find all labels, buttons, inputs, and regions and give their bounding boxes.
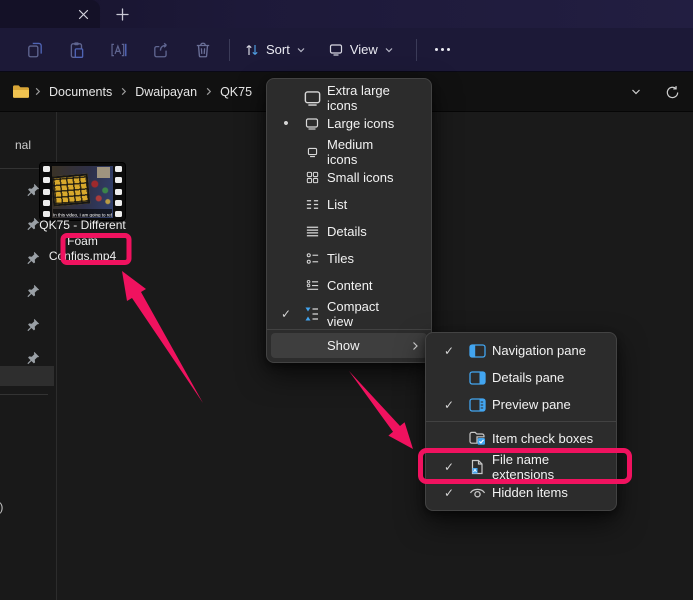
details-pane-icon [462, 371, 492, 385]
selected-bullet: • [275, 119, 297, 129]
breadcrumb-separator-icon [119, 87, 128, 96]
menu-separator [426, 421, 616, 422]
content-icon [297, 278, 327, 293]
video-caption: In this video, I am going to rebuild my [53, 209, 112, 217]
check-icon: ✓ [436, 460, 462, 474]
menu-item-medium-icons[interactable]: Medium icons [271, 137, 427, 164]
details-icon [297, 224, 327, 239]
nav-label-partial: :) [0, 500, 3, 514]
view-menu: Extra large icons • Large icons Medium i… [266, 78, 432, 363]
file-extension-line: Configs.mp4 [25, 249, 140, 265]
pin-icon[interactable] [26, 284, 40, 298]
copy-button[interactable] [21, 36, 49, 64]
menu-item-extra-large-icons[interactable]: Extra large icons [271, 83, 427, 110]
submenu-item-details-pane[interactable]: Details pane [430, 364, 612, 391]
submenu-item-hidden-items[interactable]: ✓ Hidden items [430, 479, 612, 506]
toolbar-separator [229, 39, 230, 61]
pin-icon[interactable] [26, 183, 40, 197]
menu-item-tiles[interactable]: Tiles [271, 245, 427, 272]
paste-icon [68, 41, 86, 59]
see-more-button[interactable] [425, 35, 460, 65]
chevron-down-icon [630, 86, 642, 98]
check-icon: ✓ [436, 398, 462, 412]
menu-item-compact-view[interactable]: ✓ Compact view [271, 299, 427, 326]
nav-separator [0, 394, 48, 395]
view-label: View [350, 42, 378, 57]
extra-large-icons-icon [297, 89, 327, 108]
large-icons-icon [297, 116, 327, 132]
trash-icon [194, 41, 212, 59]
rename-icon [110, 41, 128, 59]
share-icon [152, 41, 170, 59]
filmstrip-holes [43, 166, 50, 217]
menu-item-list[interactable]: List [271, 191, 427, 218]
breadcrumb-documents[interactable]: Documents [45, 82, 116, 102]
tab-close-button[interactable] [74, 5, 93, 24]
submenu-item-file-name-extensions[interactable]: ✓ File name extensions [430, 452, 612, 479]
submenu-item-preview-pane[interactable]: ✓ Preview pane [430, 391, 612, 418]
breadcrumb-separator-icon [204, 87, 213, 96]
refresh-button[interactable] [661, 81, 683, 103]
thumbnail-image: In this video, I am going to rebuild my [52, 166, 113, 218]
preview-pane-icon [462, 398, 492, 412]
copy-icon [26, 41, 44, 59]
new-tab-button[interactable] [111, 4, 133, 25]
menu-item-small-icons[interactable]: Small icons [271, 164, 427, 191]
explorer-tab[interactable] [0, 0, 100, 28]
close-icon [78, 9, 89, 20]
paste-button[interactable] [63, 36, 91, 64]
check-icon: ✓ [436, 344, 462, 358]
pin-icon[interactable] [26, 318, 40, 332]
show-submenu: ✓ Navigation pane Details pane ✓ Preview… [425, 332, 617, 511]
toolbar-separator [416, 39, 417, 61]
menu-item-content[interactable]: Content [271, 272, 427, 299]
nav-selected-item[interactable] [0, 366, 54, 386]
file-name-label[interactable]: QK75 - Different Foam Configs.mp4 [25, 218, 140, 265]
menu-item-details[interactable]: Details [271, 218, 427, 245]
title-bar [0, 0, 693, 28]
refresh-icon [665, 85, 680, 100]
menu-item-large-icons[interactable]: • Large icons [271, 110, 427, 137]
pin-icon[interactable] [26, 351, 40, 365]
chevron-down-icon [384, 45, 394, 55]
medium-icons-icon [297, 146, 327, 159]
menu-separator [267, 329, 431, 330]
check-icon: ✓ [275, 307, 297, 321]
navigation-pane-icon [462, 344, 492, 358]
folder-icon [12, 84, 30, 99]
menu-item-show[interactable]: Show [271, 333, 427, 358]
more-icon [435, 48, 438, 51]
hidden-items-icon [462, 486, 492, 499]
file-name-extensions-icon [462, 459, 492, 475]
check-icon: ✓ [436, 486, 462, 500]
breadcrumb-qk75[interactable]: QK75 [216, 82, 256, 102]
breadcrumb-dwaipayan[interactable]: Dwaipayan [131, 82, 201, 102]
submenu-item-navigation-pane[interactable]: ✓ Navigation pane [430, 337, 612, 364]
item-check-boxes-icon [462, 431, 492, 446]
tiles-icon [297, 251, 327, 266]
sort-dropdown-button[interactable]: Sort [236, 35, 314, 65]
chevron-down-icon [296, 45, 306, 55]
sort-icon [244, 42, 260, 58]
share-button[interactable] [147, 36, 175, 64]
file-explorer-window: { "colors": { "accent_blue": "#42a5f0", … [0, 0, 693, 600]
submenu-chevron-right-icon [407, 341, 423, 351]
submenu-item-item-check-boxes[interactable]: Item check boxes [430, 425, 612, 452]
compact-view-icon [297, 306, 327, 322]
delete-button[interactable] [189, 36, 217, 64]
filmstrip-holes [115, 166, 122, 217]
sort-label: Sort [266, 42, 290, 57]
list-icon [297, 197, 327, 212]
view-dropdown-button[interactable]: View [320, 35, 402, 65]
keyboard-image [52, 173, 90, 206]
small-icons-icon [297, 170, 327, 185]
breadcrumb-separator-icon [33, 87, 42, 96]
plus-icon [116, 8, 129, 21]
rename-button[interactable] [105, 36, 133, 64]
video-thumbnail: In this video, I am going to rebuild my [40, 163, 125, 220]
command-toolbar: Sort View [0, 28, 693, 72]
view-icon [328, 42, 344, 58]
nav-label-partial: nal [15, 138, 31, 152]
address-dropdown-button[interactable] [625, 81, 647, 103]
